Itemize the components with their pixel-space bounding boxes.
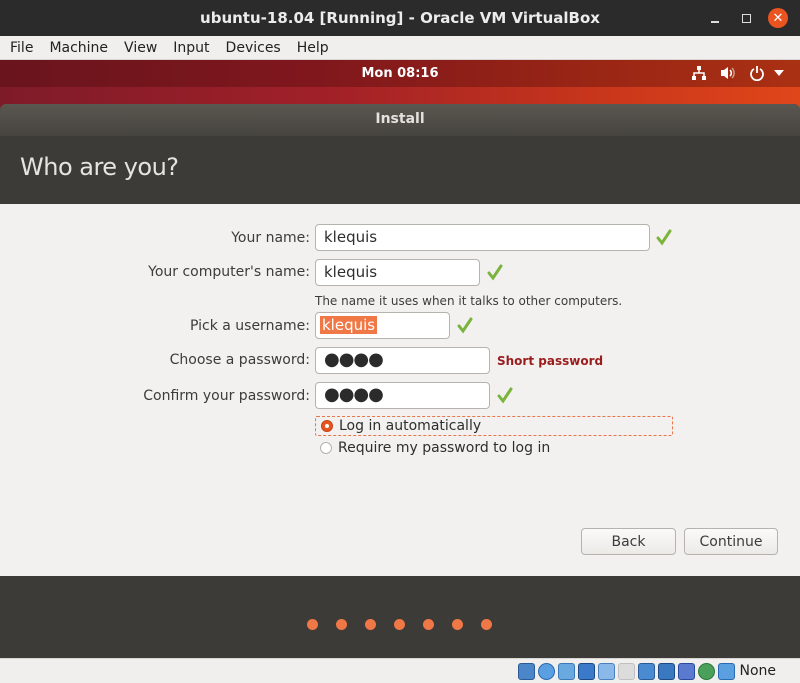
minimize-icon [711, 21, 719, 23]
optical-disk-icon[interactable] [538, 662, 556, 680]
username-valid-check-icon [457, 317, 473, 334]
your-name-input[interactable]: klequis [315, 224, 650, 251]
video-capture-icon[interactable] [658, 662, 676, 680]
confirm-password-label: Confirm your password: [143, 388, 310, 404]
volume-icon[interactable] [719, 65, 739, 81]
computer-name-input[interactable]: klequis [315, 259, 480, 286]
clock[interactable]: Mon 08:16 [0, 66, 800, 81]
menu-devices[interactable]: Devices [216, 40, 287, 56]
back-button[interactable]: Back [581, 528, 676, 555]
progress-step-dot [423, 619, 434, 630]
dropdown-arrow-icon[interactable] [772, 65, 786, 81]
menu-file[interactable]: File [0, 40, 39, 56]
password-value: ●●●● [324, 349, 384, 370]
menu-view[interactable]: View [114, 40, 163, 56]
radio-unchecked-icon [320, 442, 332, 454]
menu-input[interactable]: Input [163, 40, 215, 56]
confirm-password-input[interactable]: ●●●● [315, 382, 490, 409]
menu-help[interactable]: Help [287, 40, 335, 56]
password-label: Choose a password: [169, 352, 310, 368]
network-icon[interactable] [690, 65, 708, 81]
your-name-label: Your name: [231, 230, 310, 246]
continue-button[interactable]: Continue [684, 528, 778, 555]
progress-step-dot [307, 619, 318, 630]
computer-name-label: Your computer's name: [148, 264, 310, 280]
host-key-label: None [739, 663, 776, 679]
installer-header: Who are you? [0, 136, 800, 204]
progress-step-dot [394, 619, 405, 630]
vbox-statusbar: None [0, 658, 800, 683]
window-title: ubuntu-18.04 [Running] - Oracle VM Virtu… [200, 9, 600, 27]
close-button[interactable]: ✕ [768, 8, 788, 28]
progress-step-dot [481, 619, 492, 630]
usb-icon[interactable] [598, 662, 616, 680]
menu-machine[interactable]: Machine [39, 40, 114, 56]
window-titlebar: ubuntu-18.04 [Running] - Oracle VM Virtu… [0, 0, 800, 36]
confirm-password-value: ●●●● [324, 384, 384, 405]
minimize-button[interactable] [705, 8, 725, 28]
maximize-button[interactable] [736, 8, 756, 28]
progress-step-dot [452, 619, 463, 630]
shared-folders-icon[interactable] [618, 662, 636, 680]
confirm-password-valid-check-icon [497, 387, 513, 404]
form-area: Your name: klequis Your computer's name:… [0, 204, 800, 576]
progress-footer [0, 576, 800, 658]
keyboard-capture-icon[interactable] [718, 662, 736, 680]
hard-disk-icon[interactable] [518, 662, 536, 680]
require-password-radio[interactable]: Require my password to log in [315, 438, 673, 458]
radio-checked-icon [321, 420, 333, 432]
username-label: Pick a username: [189, 318, 310, 334]
power-icon[interactable] [748, 65, 766, 81]
maximize-icon [741, 13, 751, 23]
username-input[interactable]: klequis [315, 312, 450, 339]
menubar: File Machine View Input Devices Help [0, 36, 800, 60]
mouse-integration-icon[interactable] [698, 662, 716, 680]
installer-window: Install Who are you? Your name: klequis … [0, 104, 800, 658]
page-title: Who are you? [20, 153, 179, 181]
network-adapters-icon[interactable] [578, 662, 596, 680]
login-automatically-label: Log in automatically [339, 418, 482, 434]
username-value: klequis [320, 316, 378, 334]
your-name-value: klequis [324, 228, 378, 246]
computer-name-hint: The name it uses when it talks to other … [315, 294, 623, 308]
your-name-valid-check-icon [656, 229, 672, 246]
progress-step-dot [336, 619, 347, 630]
vm-display[interactable]: Mon 08:16 Install Who are you? Your name… [0, 60, 800, 658]
login-automatically-radio[interactable]: Log in automatically [315, 416, 673, 436]
installer-titlebar: Install [0, 104, 800, 136]
display-icon[interactable] [638, 662, 656, 680]
close-icon: ✕ [772, 10, 784, 26]
cpu-virtualization-icon[interactable] [678, 662, 696, 680]
progress-step-dot [365, 619, 376, 630]
gnome-topbar: Mon 08:16 [0, 60, 800, 87]
password-strength-warning: Short password [497, 354, 604, 368]
computer-name-value: klequis [324, 263, 378, 281]
computer-name-valid-check-icon [487, 264, 503, 281]
password-input[interactable]: ●●●● [315, 347, 490, 374]
audio-icon[interactable] [558, 662, 576, 680]
require-password-label: Require my password to log in [338, 440, 551, 456]
